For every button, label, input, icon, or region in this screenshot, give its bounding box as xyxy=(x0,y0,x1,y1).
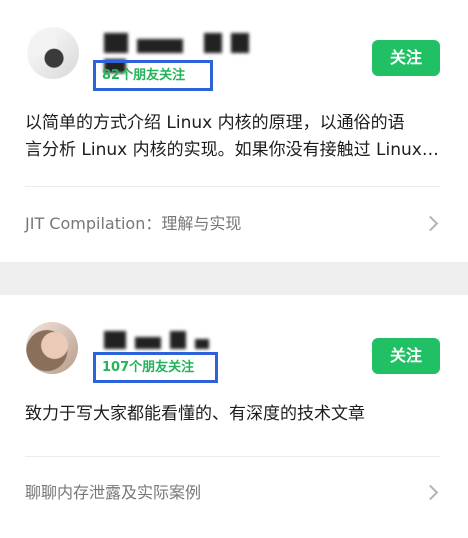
divider xyxy=(25,186,440,187)
follow-button[interactable]: 关注 xyxy=(372,40,440,76)
article-link-row[interactable]: 聊聊内存泄露及实际案例 xyxy=(25,473,440,513)
account-description-line-2: 言分析 Linux 内核的实现。如果你没有接触过 Linux… xyxy=(25,140,439,160)
follow-button[interactable]: 关注 xyxy=(372,338,440,374)
account-card-2[interactable]: 107个朋友关注 关注 致力于写大家都能看懂的、有深度的技术文章 聊聊内存泄露及… xyxy=(0,295,468,538)
article-title: 聊聊内存泄露及实际案例 xyxy=(25,483,202,502)
friends-following-count: 107个朋友关注 xyxy=(93,352,218,383)
chevron-right-icon xyxy=(422,484,439,501)
account-description-line-1: 以简单的方式介绍 Linux 内核的原理，以通俗的语 xyxy=(25,113,405,133)
account-name-blurred xyxy=(104,331,214,351)
account-name-blurred xyxy=(104,33,274,73)
friends-following-count: 82个朋友关注 xyxy=(93,60,213,91)
chevron-right-icon xyxy=(422,215,439,232)
section-separator xyxy=(0,262,468,295)
divider xyxy=(25,456,440,457)
article-title: JIT Compilation：理解与实现 xyxy=(25,214,242,233)
avatar[interactable] xyxy=(27,27,79,79)
avatar[interactable] xyxy=(26,322,78,374)
account-description: 致力于写大家都能看懂的、有深度的技术文章 xyxy=(25,404,365,424)
article-link-row[interactable]: JIT Compilation：理解与实现 xyxy=(25,204,440,244)
account-card-1[interactable]: 82个朋友关注 关注 以简单的方式介绍 Linux 内核的原理，以通俗的语 言分… xyxy=(0,0,468,262)
